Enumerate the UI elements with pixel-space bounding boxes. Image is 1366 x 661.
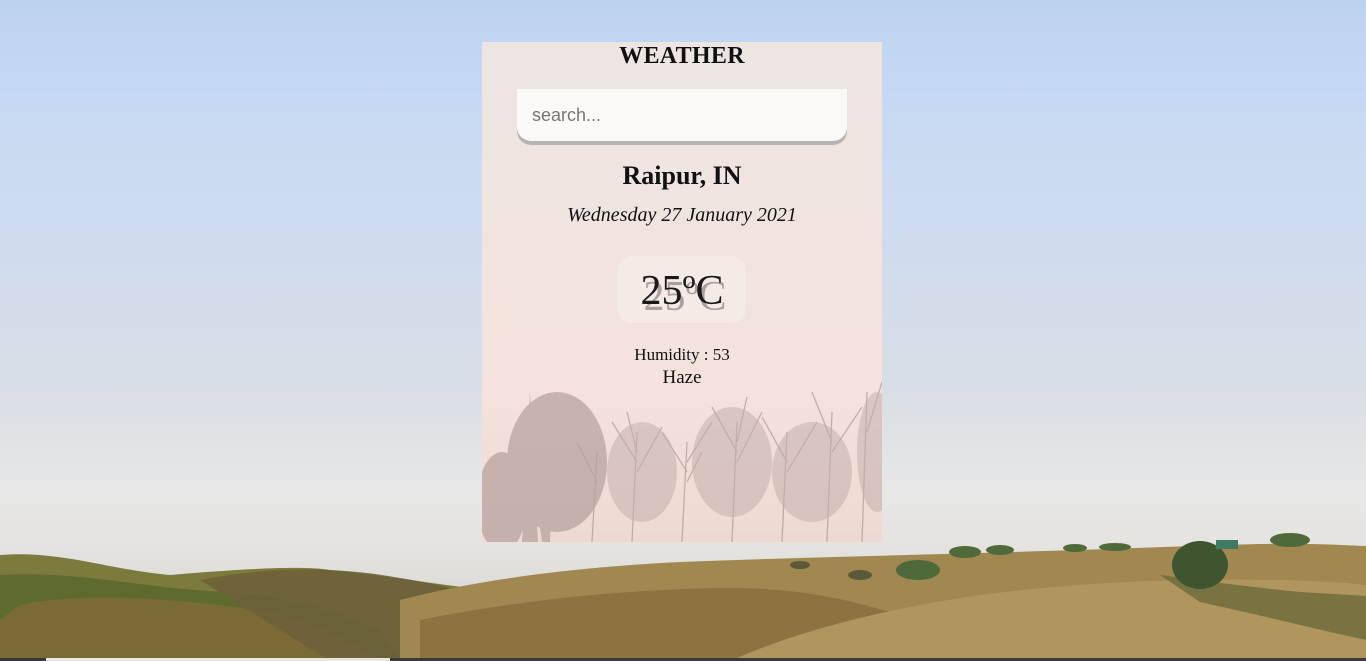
temperature-box: 25ºC: [618, 256, 746, 323]
humidity-text: Humidity : 53: [634, 345, 730, 364]
current-date: Wednesday 27 January 2021: [567, 204, 797, 226]
app-title: WEATHER: [619, 43, 745, 69]
location-name: Raipur, IN: [622, 161, 742, 190]
weather-card: WEATHER Raipur, IN Wednesday 27 January …: [482, 42, 882, 542]
search-input[interactable]: [517, 89, 847, 141]
search-box[interactable]: [517, 89, 847, 141]
temperature-value: 25ºC: [640, 268, 724, 314]
weather-condition: Haze: [662, 367, 702, 388]
